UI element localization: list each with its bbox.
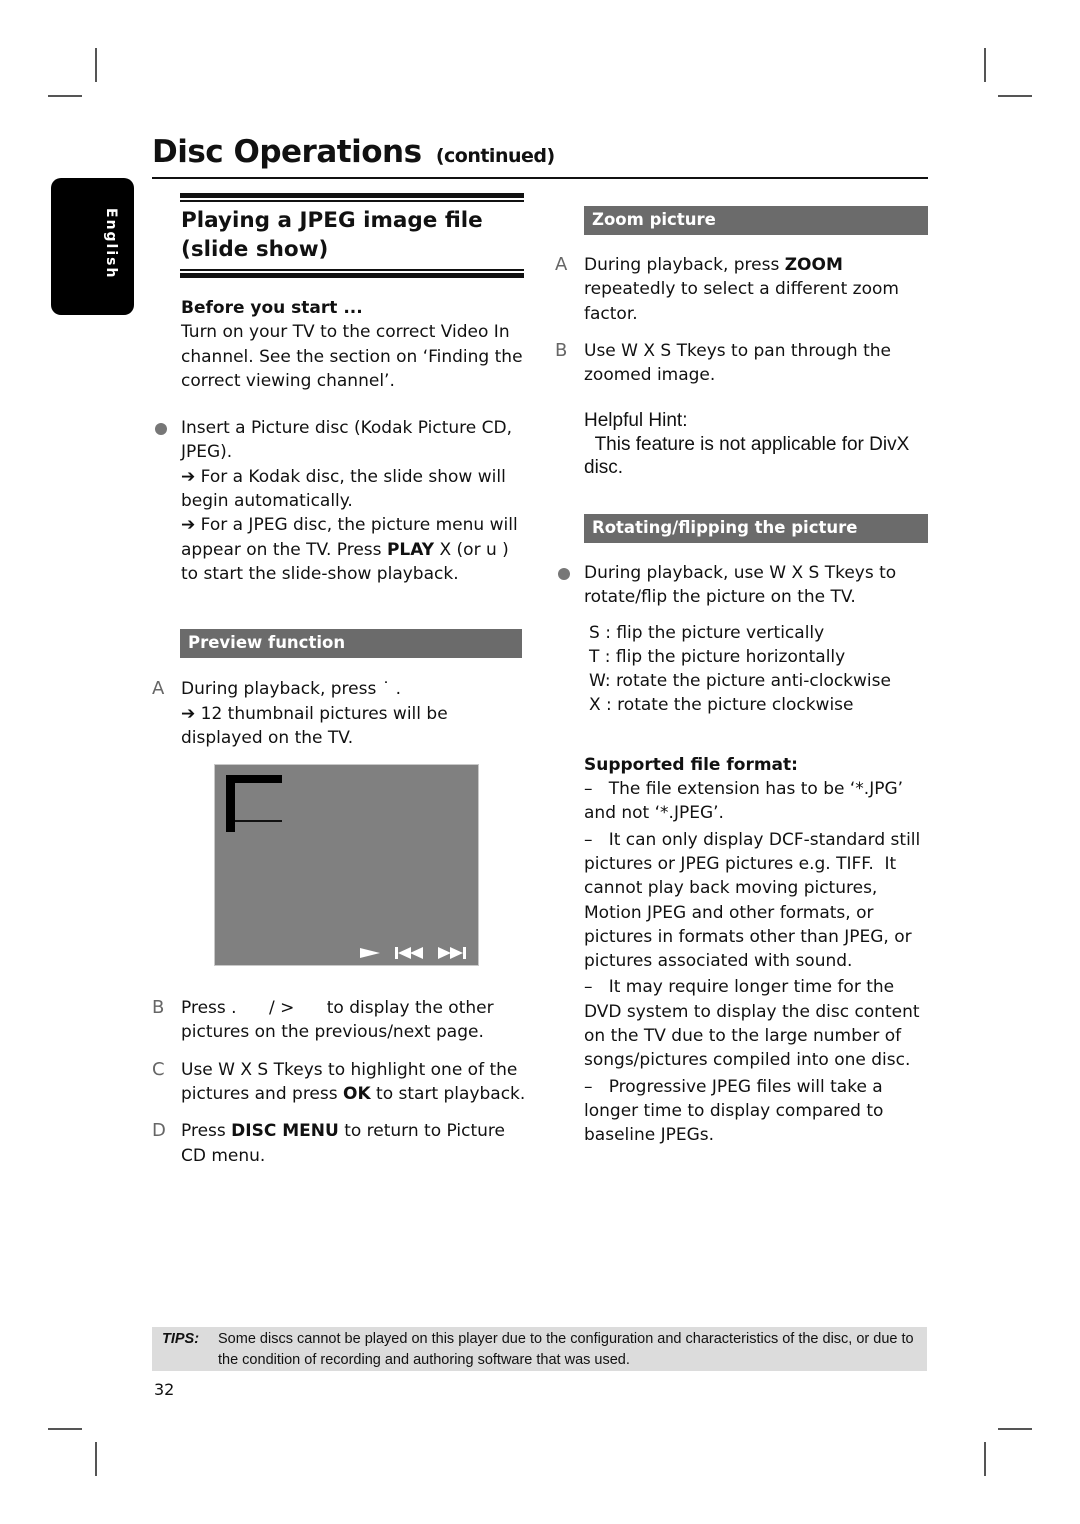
preview-step-d-text: Press DISC MENU to return to Picture CD …: [181, 1119, 527, 1168]
rotate-step: During playback, use W X S Tkeys to rota…: [555, 561, 930, 610]
section-title-line1: Playing a JPEG image file: [181, 208, 483, 233]
rotate-keys-list: S : flip the picture vertically T : flip…: [589, 621, 930, 718]
title-divider: [152, 177, 928, 179]
language-tab: English: [51, 178, 134, 315]
language-tab-label: English: [103, 208, 119, 280]
tips-box: TIPS: Some discs cannot be played on thi…: [152, 1327, 927, 1371]
preview-step-a-text: During playback, press ˙ .: [181, 679, 402, 700]
section-rule-bottom: [180, 269, 524, 278]
preview-step-c: C Use W X S Tkeys to highlight one of th…: [152, 1058, 527, 1107]
section-rule-top: [180, 193, 524, 202]
crop-mark: [984, 1442, 986, 1476]
helpful-hint: Helpful Hint: This feature is not applic…: [584, 409, 930, 480]
rotate-key-item: W: rotate the picture anti-clockwise: [589, 671, 891, 692]
play-icon: [360, 948, 380, 959]
right-column: Zoom picture A During playback, press ZO…: [555, 206, 930, 1148]
zoom-step-b-text: Use W X S Tkeys to pan through the zoome…: [584, 340, 891, 386]
preview-step-d-pre: Press: [181, 1121, 232, 1142]
step-marker: C: [152, 1058, 165, 1080]
bullet-icon: [558, 567, 570, 580]
preview-step-b: B Press . / > to display the other pictu…: [152, 996, 527, 1045]
rotating-flipping-bar: Rotating/flipping the picture: [584, 513, 928, 543]
zoom-step-a-text: During playback, press ZOOM repeatedly t…: [584, 253, 930, 326]
play-key-label: PLAY: [386, 539, 435, 560]
step-marker: B: [555, 339, 568, 361]
preview-step-a: A During playback, press ˙ . ➔ 12 thumbn…: [152, 677, 527, 750]
step-marker: A: [555, 254, 568, 275]
supported-file-format: Supported file format: – The file extens…: [584, 753, 930, 1148]
crop-mark: [998, 95, 1032, 97]
page-title-suffix: (continued): [435, 145, 555, 167]
supported-format-item: – It may require longer time for the DVD…: [584, 977, 925, 1071]
highlight-frame: [235, 820, 282, 823]
crop-mark: [48, 1428, 82, 1430]
rotate-key-item: X : rotate the picture clockwise: [589, 695, 854, 716]
rotate-key-item: S : flip the picture vertically: [589, 622, 825, 643]
zoom-key-label: ZOOM: [784, 255, 843, 275]
insert-disc-step: Insert a Picture disc (Kodak Picture CD,…: [152, 416, 527, 586]
supported-format-heading: Supported file format:: [584, 754, 798, 775]
crop-mark: [984, 48, 986, 82]
jpeg-result: ➔ For a JPEG disc, the picture menu will…: [181, 513, 527, 586]
zoom-picture-heading: Zoom picture: [592, 210, 716, 229]
rotate-step-text: During playback, use W X S Tkeys to rota…: [584, 562, 897, 608]
page-number: 32: [154, 1380, 175, 1399]
tips-label: TIPS:: [162, 1331, 200, 1347]
zoom-step-a: A During playback, press ZOOM repeatedly…: [555, 253, 930, 326]
preview-step-a-result: ➔ 12 thumbnail pictures will be displaye…: [181, 703, 448, 748]
zoom-step-b: B Use W X S Tkeys to pan through the zoo…: [555, 339, 930, 388]
page-title: Disc Operations (continued): [152, 134, 555, 170]
kodak-result: ➔ For a Kodak disc, the slide show will …: [181, 466, 506, 512]
page-title-text: Disc Operations: [152, 134, 422, 170]
crop-mark: [998, 1428, 1032, 1430]
step-marker: B: [152, 997, 165, 1019]
tv-screen-illustration: [214, 764, 479, 967]
supported-format-item: – It can only display DCF-standard still…: [584, 829, 926, 972]
preview-step-d: D Press DISC MENU to return to Picture C…: [152, 1119, 527, 1168]
step-marker: D: [152, 1120, 166, 1142]
helpful-hint-title: Helpful Hint:: [584, 410, 688, 432]
section-title-line2: (slide show): [181, 237, 329, 262]
before-you-start: Before you start ... Turn on your TV to …: [181, 296, 527, 393]
zoom-step-a-pre: During playback, press: [584, 255, 785, 275]
supported-format-item: – The file extension has to be ‘*.JPG’ a…: [584, 779, 909, 824]
crop-mark: [95, 48, 97, 82]
helpful-hint-text: This feature is not applicable for DivX …: [584, 433, 915, 479]
tips-text: Some discs cannot be played on this play…: [218, 1331, 914, 1368]
disc-menu-key-label: DISC MENU: [231, 1121, 339, 1142]
preview-function-bar: Preview function: [180, 629, 522, 659]
next-icon: [438, 947, 466, 960]
rotate-key-item: T : flip the picture horizontally: [589, 646, 846, 667]
ok-key-label: OK: [343, 1084, 371, 1105]
bullet-icon: [155, 423, 167, 436]
supported-format-item: – Progressive JPEG files will take a lon…: [584, 1076, 889, 1146]
preview-step-c-text: Use W X S Tkeys to highlight one of the …: [181, 1058, 527, 1107]
step-marker: A: [152, 678, 165, 700]
previous-icon: [395, 947, 423, 960]
preview-step-c-post: to start playback.: [370, 1084, 526, 1105]
zoom-step-a-post: repeatedly to select a different zoom fa…: [584, 279, 899, 324]
before-you-start-text: Turn on your TV to the correct Video In …: [181, 322, 523, 391]
rotating-flipping-heading: Rotating/flipping the picture: [592, 517, 858, 537]
left-column: Playing a JPEG image file (slide show) B…: [152, 193, 527, 1168]
zoom-picture-bar: Zoom picture: [584, 206, 928, 235]
insert-disc-text: Insert a Picture disc (Kodak Picture CD,…: [181, 418, 512, 463]
highlight-frame: [226, 775, 235, 833]
crop-mark: [95, 1442, 97, 1476]
section-title: Playing a JPEG image file (slide show): [181, 206, 527, 264]
crop-mark: [48, 95, 82, 97]
preview-step-b-text: Press . / > to display the other picture…: [181, 998, 500, 1043]
preview-function-heading: Preview function: [188, 633, 346, 653]
before-you-start-heading: Before you start ...: [181, 298, 363, 318]
